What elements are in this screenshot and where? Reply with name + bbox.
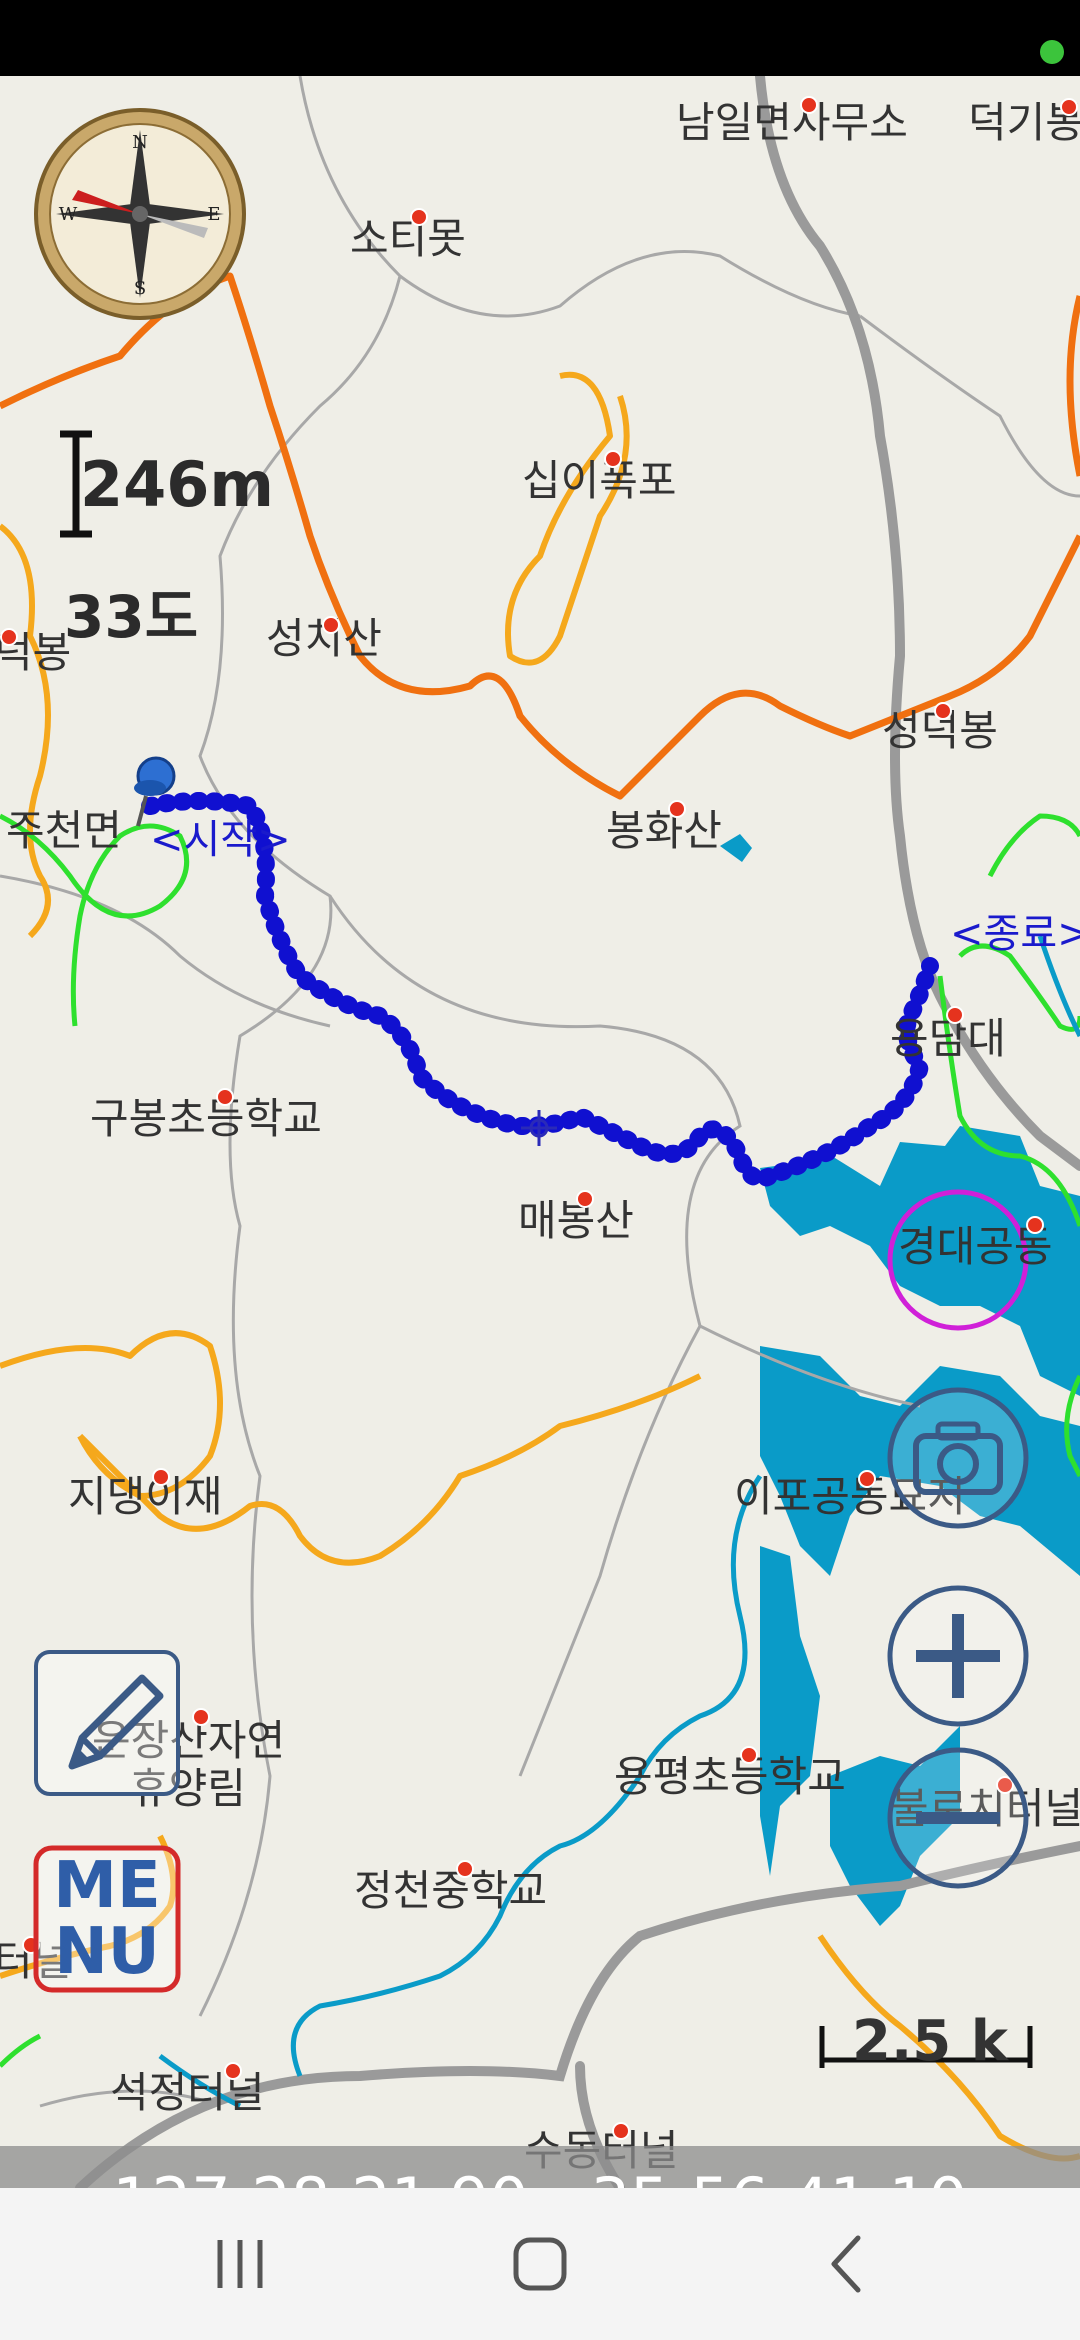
place-label: 구봉초등학교 bbox=[90, 1088, 322, 1140]
plus-icon bbox=[887, 1585, 1029, 1727]
place-label: 정천중학교 bbox=[354, 1860, 547, 1912]
place-label: 지댕이재 bbox=[68, 1468, 223, 1518]
scale-readout: 246m bbox=[80, 448, 275, 521]
route-start-label: <시작> bbox=[150, 817, 291, 863]
recents-button[interactable] bbox=[180, 2226, 300, 2302]
pencil-icon bbox=[34, 1650, 180, 1796]
svg-text:W: W bbox=[59, 204, 78, 225]
place-label: 석정터널 bbox=[110, 2062, 265, 2114]
place-label: 덕기봉 bbox=[968, 98, 1080, 147]
recents-icon bbox=[217, 2240, 263, 2288]
minus-icon bbox=[887, 1747, 1029, 1889]
place-label: 십이폭포 bbox=[522, 450, 677, 502]
coordinates-readout: 127:28:21.90 - 35:56:41.10 bbox=[0, 2170, 1080, 2189]
zoom-out-button[interactable] bbox=[886, 1746, 1030, 1890]
zoom-in-button[interactable] bbox=[886, 1584, 1030, 1728]
place-label: 용담대 bbox=[890, 1006, 1006, 1060]
place-label: 매봉산 bbox=[518, 1190, 634, 1242]
navigation-bar bbox=[0, 2188, 1080, 2340]
camera-icon bbox=[887, 1387, 1029, 1529]
svg-text:S: S bbox=[134, 278, 146, 299]
map-view[interactable]: 남일면사무소 덕기봉 소티못 십이폭포 덕봉 성치산 성덕봉 주천면 봉화산 용… bbox=[0, 76, 1080, 2188]
compass-icon: N S W E bbox=[34, 108, 246, 320]
compass-button[interactable]: N S W E bbox=[32, 106, 248, 322]
place-label: 덕봉 bbox=[0, 628, 72, 677]
status-bar bbox=[0, 0, 1080, 76]
status-indicator-dot bbox=[1040, 40, 1064, 64]
back-button[interactable] bbox=[786, 2226, 906, 2302]
back-icon bbox=[831, 2235, 861, 2293]
home-button[interactable] bbox=[480, 2226, 600, 2302]
place-label: 용평초등학교 bbox=[614, 1746, 846, 1798]
place-label: 주천면 bbox=[6, 806, 122, 855]
place-label: 경대공동 bbox=[898, 1216, 1053, 1268]
place-label: 소티못 bbox=[350, 208, 466, 260]
camera-button[interactable] bbox=[886, 1386, 1030, 1530]
angle-readout: 33도 bbox=[64, 583, 199, 651]
scale-bar-label: 2.5 k bbox=[852, 2009, 1008, 2074]
menu-button[interactable]: ME NU bbox=[32, 1844, 182, 1994]
place-label: 봉화산 bbox=[606, 800, 722, 852]
home-icon bbox=[513, 2237, 567, 2291]
svg-text:N: N bbox=[132, 132, 148, 153]
route-end-label: <종료> bbox=[950, 911, 1080, 957]
menu-label-line1: ME bbox=[53, 1849, 161, 1923]
place-label: 성덕봉 bbox=[882, 702, 998, 752]
menu-label-line2: NU bbox=[54, 1915, 160, 1989]
place-label: 성치산 bbox=[266, 614, 382, 663]
place-label: 남일면사무소 bbox=[676, 96, 908, 147]
edit-button[interactable] bbox=[32, 1648, 182, 1798]
pushpin-icon bbox=[134, 756, 176, 827]
svg-text:E: E bbox=[207, 204, 220, 225]
